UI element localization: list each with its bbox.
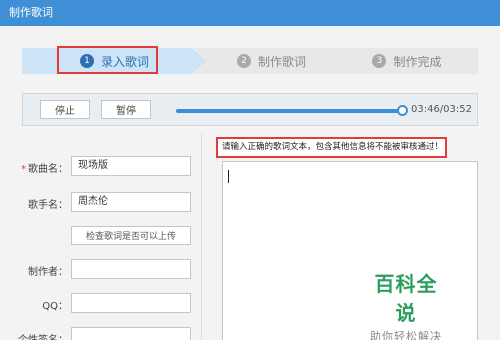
progress-thumb[interactable]	[397, 105, 408, 116]
step-label: 制作歌词	[257, 54, 306, 69]
step-number: 2	[236, 54, 251, 68]
signature-label: 个性签名：	[4, 331, 68, 340]
required-marker: *	[21, 164, 26, 175]
song-name-label: * 歌曲名：	[14, 160, 68, 175]
qq-input[interactable]	[71, 293, 191, 313]
watermark-subtitle: 助你轻松解决	[370, 330, 442, 340]
song-name-input[interactable]: 现场版	[71, 156, 191, 176]
window-title: 制作歌词	[9, 6, 53, 19]
qq-label: QQ：	[42, 301, 68, 312]
singer-name-label: 歌手名：	[28, 200, 68, 211]
maker-label: 制作者：	[28, 267, 68, 278]
progress-track[interactable]	[176, 105, 408, 116]
stop-button[interactable]: 停止	[40, 100, 90, 119]
lyrics-hint: 请输入正确的歌词文本，包含其他信息将不能被审核通过！	[216, 137, 447, 158]
maker-input[interactable]	[71, 259, 191, 279]
step-make-lyrics[interactable]: 2 制作歌词	[194, 48, 349, 74]
audio-player: 停止 暂停 03:46/03:52	[22, 93, 478, 126]
watermark-logo: 百科全说 助你轻松解决	[366, 268, 446, 340]
step-finished[interactable]: 3 制作完成	[336, 48, 478, 74]
song-name-label-text: 歌曲名：	[28, 164, 68, 175]
check-lyrics-button[interactable]: 检查歌词是否可以上传	[71, 226, 191, 245]
progress-fill	[176, 109, 403, 113]
step-highlight-box	[57, 46, 158, 74]
divider	[201, 134, 202, 340]
step-label: 制作完成	[393, 54, 442, 69]
singer-name-input[interactable]: 周杰伦	[71, 192, 191, 212]
text-caret	[228, 170, 229, 183]
signature-input[interactable]	[71, 327, 191, 340]
playback-time: 03:46/03:52	[410, 104, 472, 115]
window-titlebar: 制作歌词	[0, 0, 500, 26]
step-number: 3	[372, 54, 387, 68]
watermark-title: 百科全说	[374, 272, 438, 325]
pause-button[interactable]: 暂停	[101, 100, 151, 119]
